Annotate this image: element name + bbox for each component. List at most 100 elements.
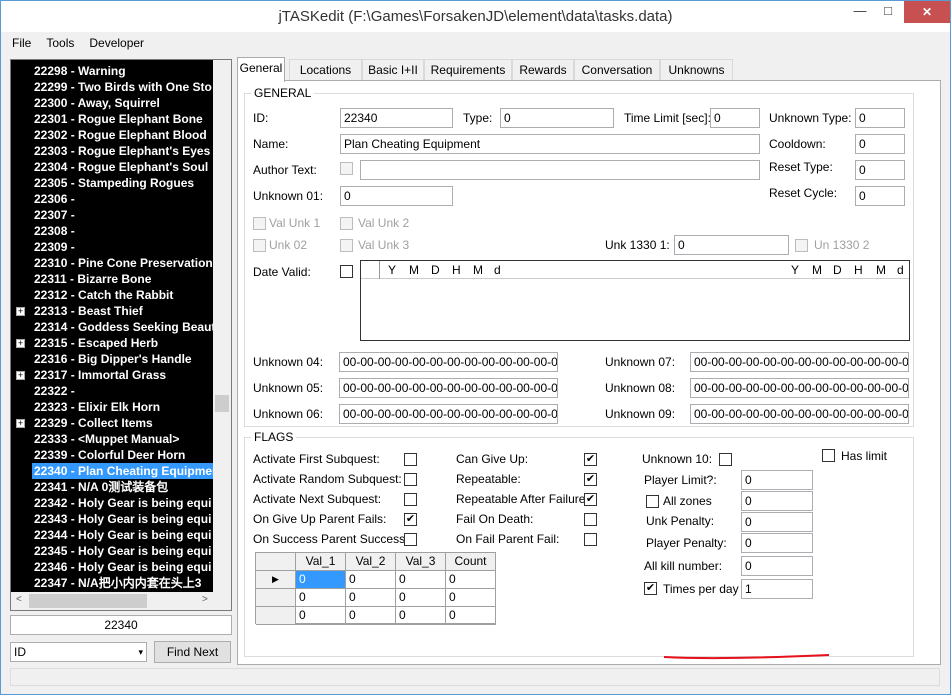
- flag-checkbox[interactable]: ✔: [404, 513, 417, 526]
- type-field[interactable]: 0: [500, 108, 614, 128]
- unk1330-2-checkbox[interactable]: [795, 239, 808, 252]
- tree-item[interactable]: 22312 - Catch the Rabbit: [11, 287, 221, 303]
- grid-cell[interactable]: 0: [396, 589, 446, 607]
- tree-item[interactable]: 22300 - Away, Squirrel: [11, 95, 221, 111]
- date-valid-table[interactable]: Y M D H M d Y M D H M d: [360, 260, 910, 341]
- tab-rewards[interactable]: Rewards: [512, 59, 574, 81]
- tree-item[interactable]: 22345 - Holy Gear is being equi: [11, 543, 221, 559]
- grid-cell[interactable]: 0: [396, 607, 446, 625]
- unknown01-field[interactable]: 0: [340, 186, 453, 206]
- menu-file[interactable]: File: [1, 32, 35, 50]
- unk1330-1-field[interactable]: 0: [674, 235, 789, 255]
- tree-item[interactable]: 22347 - N/A把小内内套在头上3: [11, 575, 221, 591]
- expand-plus-icon[interactable]: +: [16, 419, 25, 428]
- grid-header-cell[interactable]: Val_2: [346, 553, 396, 571]
- tree-item[interactable]: +22313 - Beast Thief: [11, 303, 221, 319]
- grid-cell[interactable]: 0: [346, 589, 396, 607]
- search-id-input[interactable]: 22340: [10, 615, 232, 635]
- tree-item[interactable]: 22298 - Warning: [11, 63, 221, 79]
- grid-header-cell[interactable]: Val_1: [296, 553, 346, 571]
- flag-checkbox[interactable]: [404, 493, 417, 506]
- tree-item[interactable]: 22305 - Stampeding Rogues: [11, 175, 221, 191]
- flag-checkbox[interactable]: [404, 473, 417, 486]
- unknown05-field[interactable]: 00-00-00-00-00-00-00-00-00-00-00-00-00-0…: [339, 378, 558, 398]
- tree-item[interactable]: 22304 - Rogue Elephant's Soul: [11, 159, 221, 175]
- tree-item[interactable]: 22341 - N/A 0测试装备包: [11, 479, 221, 495]
- expand-plus-icon[interactable]: +: [16, 307, 25, 316]
- tree-item[interactable]: 22309 -: [11, 239, 221, 255]
- tree-item[interactable]: 22307 -: [11, 207, 221, 223]
- val-unk3-checkbox[interactable]: [340, 239, 353, 252]
- grid-header-cell[interactable]: Count: [446, 553, 496, 571]
- find-next-button[interactable]: Find Next: [154, 641, 231, 663]
- reset-cycle-field[interactable]: 0: [855, 186, 905, 206]
- times-per-day-checkbox[interactable]: ✔: [644, 582, 657, 595]
- expand-plus-icon[interactable]: +: [16, 339, 25, 348]
- unknown04-field[interactable]: 00-00-00-00-00-00-00-00-00-00-00-00-00-0…: [339, 352, 558, 372]
- unknown-type-field[interactable]: 0: [855, 108, 905, 128]
- unknown08-field[interactable]: 00-00-00-00-00-00-00-00-00-00-00-00-00-0…: [690, 378, 909, 398]
- unk02-checkbox[interactable]: [253, 239, 266, 252]
- grid-header-cell[interactable]: Val_3: [396, 553, 446, 571]
- flag-checkbox[interactable]: ✔: [584, 473, 597, 486]
- all-zones-field[interactable]: 0: [741, 491, 813, 511]
- tree-item[interactable]: +22315 - Escaped Herb: [11, 335, 221, 351]
- tab-conversation[interactable]: Conversation: [574, 59, 660, 81]
- grid-cell[interactable]: 0: [446, 571, 496, 589]
- scroll-right-arrow-icon[interactable]: >: [202, 594, 208, 605]
- scroll-thumb-horizontal[interactable]: [29, 594, 147, 608]
- close-button[interactable]: ✕: [904, 1, 950, 23]
- tree-item[interactable]: 22346 - Holy Gear is being equi: [11, 559, 221, 575]
- tree-item[interactable]: 22316 - Big Dipper's Handle: [11, 351, 221, 367]
- name-field[interactable]: Plan Cheating Equipment: [340, 134, 760, 154]
- tree-item[interactable]: 22333 - <Muppet Manual>: [11, 431, 221, 447]
- minimize-button[interactable]: —: [846, 1, 874, 23]
- tree-item[interactable]: 22323 - Elixir Elk Horn: [11, 399, 221, 415]
- author-text-field[interactable]: [360, 160, 760, 180]
- tree-item[interactable]: 22301 - Rogue Elephant Bone: [11, 111, 221, 127]
- tree-item[interactable]: 22310 - Pine Cone Preservation: [11, 255, 221, 271]
- tree-item[interactable]: 22303 - Rogue Elephant's Eyes: [11, 143, 221, 159]
- tree-item[interactable]: 22302 - Rogue Elephant Blood: [11, 127, 221, 143]
- has-limit-checkbox[interactable]: [822, 449, 835, 462]
- unknown06-field[interactable]: 00-00-00-00-00-00-00-00-00-00-00-00-00: [339, 404, 558, 424]
- scroll-left-arrow-icon[interactable]: <: [16, 594, 22, 605]
- tree-item[interactable]: 22339 - Colorful Deer Horn: [11, 447, 221, 463]
- menu-developer[interactable]: Developer: [78, 32, 148, 50]
- search-field-select[interactable]: ID ▾: [10, 642, 147, 662]
- unk-penalty-field[interactable]: 0: [741, 512, 813, 532]
- row-header[interactable]: [256, 589, 296, 607]
- val-unk1-checkbox[interactable]: [253, 217, 266, 230]
- tree-item[interactable]: 22343 - Holy Gear is being equi: [11, 511, 221, 527]
- player-limit-field[interactable]: 0: [741, 470, 813, 490]
- time-limit-field[interactable]: 0: [710, 108, 760, 128]
- tree-item[interactable]: 22311 - Bizarre Bone: [11, 271, 221, 287]
- values-grid[interactable]: Val_1 Val_2 Val_3 Count ▶ 0 0 0 0 0 0 0 0 0 0 0 0: [255, 552, 496, 625]
- tree-item[interactable]: 22322 -: [11, 383, 221, 399]
- grid-cell[interactable]: 0: [446, 607, 496, 625]
- date-valid-checkbox[interactable]: [340, 265, 353, 278]
- menu-tools[interactable]: Tools: [35, 32, 78, 50]
- tab-requirements[interactable]: Requirements: [424, 59, 512, 81]
- unknown09-field[interactable]: 00-00-00-00-00-00-00-00-00-00-00-00-00-0…: [690, 404, 909, 424]
- tab-general[interactable]: General: [237, 57, 285, 82]
- row-header[interactable]: [256, 607, 296, 625]
- reset-type-field[interactable]: 0: [855, 160, 905, 180]
- grid-cell[interactable]: 0: [346, 571, 396, 589]
- grid-cell[interactable]: 0: [296, 589, 346, 607]
- player-penalty-field[interactable]: 0: [741, 533, 813, 553]
- all-zones-checkbox[interactable]: [646, 495, 659, 508]
- author-checkbox[interactable]: [340, 162, 353, 175]
- task-tree[interactable]: 22347 - N/A把小内内套在头上3 22346 - Holy Gear is…: [10, 59, 232, 611]
- flag-checkbox[interactable]: ✔: [584, 493, 597, 506]
- flag-checkbox[interactable]: [584, 513, 597, 526]
- tree-item[interactable]: 22306 -: [11, 191, 221, 207]
- flag-checkbox[interactable]: ✔: [584, 453, 597, 466]
- grid-cell[interactable]: 0: [396, 571, 446, 589]
- tree-item[interactable]: 22340 - Plan Cheating Equipmen: [11, 463, 221, 479]
- flag-checkbox[interactable]: [404, 533, 417, 546]
- tree-item[interactable]: 22342 - Holy Gear is being equi: [11, 495, 221, 511]
- tree-item[interactable]: +22317 - Immortal Grass: [11, 367, 221, 383]
- flag-checkbox[interactable]: [584, 533, 597, 546]
- tree-item[interactable]: 22344 - Holy Gear is being equi: [11, 527, 221, 543]
